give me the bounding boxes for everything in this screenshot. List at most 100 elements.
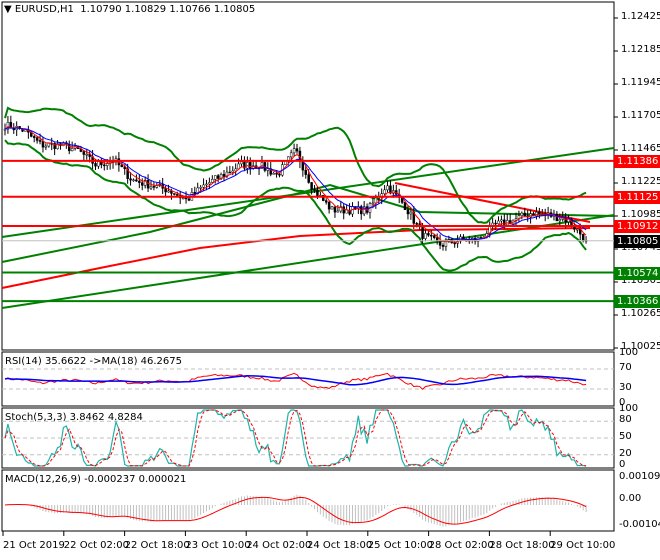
candle-body [38, 140, 42, 142]
candle-body [336, 210, 340, 213]
price-axis-label: 1.10265 [621, 308, 660, 319]
candle-body [240, 161, 243, 165]
stoch-axis-label: 0 [619, 459, 626, 470]
candle-body [176, 194, 179, 196]
candle-body [275, 173, 278, 175]
candle-body [164, 188, 167, 193]
candle-body [103, 164, 106, 167]
candle-body [313, 189, 316, 191]
time-axis-label: 28 Oct 18:00 [489, 540, 555, 551]
current-price-label: 1.10805 [614, 234, 660, 248]
collapse-arrow-icon[interactable]: ▼ [4, 4, 15, 15]
candle-body [453, 242, 456, 245]
time-axis-label: 24 Oct 02:00 [246, 540, 312, 551]
candle-body [374, 197, 378, 204]
time-axis-label: 29 Oct 10:00 [550, 540, 616, 551]
candle-body [132, 179, 135, 182]
ohlc-values: 1.10790 1.10829 1.10766 1.10805 [80, 4, 256, 15]
candle-body [173, 193, 176, 195]
chart-header: ▼ EURUSD,H1 1.10790 1.10829 1.10766 1.10… [4, 4, 255, 15]
candle-body [222, 174, 226, 177]
price-axis-label: 1.11705 [621, 110, 660, 121]
candle-body [140, 182, 144, 186]
level-price-label: 1.11386 [614, 154, 660, 168]
level-price-label: 1.10912 [614, 220, 660, 234]
candle-body [520, 212, 524, 216]
candle-body [228, 171, 232, 174]
rsi-label: RSI(14) 35.6622 ->MA(18) 46.2675 [5, 356, 182, 367]
time-axis-label: 21 Oct 2019 [3, 540, 65, 551]
candle-body [129, 178, 132, 181]
candle-body [292, 148, 296, 154]
candle-body [316, 189, 319, 197]
candle-body [149, 186, 153, 189]
candle-body [310, 182, 313, 190]
candle-body [342, 206, 345, 214]
candle-body [424, 233, 427, 239]
candle-body [211, 179, 214, 183]
macd-axis-label: 0.001093 [619, 471, 660, 482]
candle-body [494, 222, 497, 225]
candle-body [278, 173, 281, 176]
candle-body [345, 209, 348, 214]
time-axis-label: 23 Oct 10:00 [185, 540, 251, 551]
candle-body [82, 151, 86, 155]
candle-body [138, 180, 141, 183]
candle-body [35, 137, 39, 141]
candle-body [187, 198, 191, 201]
stoch-axis-label: 100 [619, 403, 639, 414]
price-axis-label: 1.12185 [621, 44, 660, 55]
candle-body [497, 220, 500, 225]
red-ma-line [1, 227, 591, 289]
candle-body [41, 141, 45, 148]
level-price-label: 1.11125 [614, 190, 660, 204]
candle-body [289, 152, 293, 158]
candle-body [330, 206, 334, 210]
time-axis-label: 28 Oct 02:00 [428, 540, 494, 551]
price-axis-label: 1.12425 [621, 11, 660, 22]
candle-body [409, 211, 413, 215]
candle-body [383, 189, 386, 194]
candle-body [500, 219, 503, 222]
price-axis-label: 1.11465 [621, 143, 660, 154]
candle-body [44, 145, 48, 148]
candle-body [266, 168, 270, 171]
candle-body [415, 223, 418, 225]
price-axis-label: 1.11225 [621, 176, 660, 187]
candle-body [514, 218, 518, 221]
candle-body [304, 169, 308, 175]
candle-body [205, 183, 208, 186]
stoch-axis-label: 50 [619, 431, 632, 442]
level-price-label: 1.10574 [614, 266, 660, 280]
price-axis-label: 1.10985 [621, 209, 660, 220]
candle-body [307, 174, 310, 183]
candle-body [231, 170, 235, 173]
candle-body [213, 175, 217, 180]
candle-body [202, 184, 205, 188]
level-price-label: 1.10366 [614, 295, 660, 309]
candle-body [438, 240, 442, 246]
candle-body [558, 219, 562, 222]
candle-body [386, 185, 389, 191]
chart-window: ▼ EURUSD,H1 1.10790 1.10829 1.10766 1.10… [0, 0, 660, 560]
candle-body [135, 179, 138, 182]
candle-body [441, 245, 445, 247]
symbol-label: EURUSD,H1 [14, 4, 74, 15]
candle-body [85, 153, 89, 156]
time-axis-label: 24 Oct 18:00 [307, 540, 373, 551]
candle-body [208, 182, 211, 185]
candle-body [70, 148, 74, 152]
candle-body [184, 197, 188, 200]
candle-body [295, 148, 299, 152]
candle-body [444, 241, 448, 247]
candle-body [327, 201, 331, 210]
candle-body [152, 186, 156, 188]
time-axis-label: 25 Oct 10:00 [367, 540, 433, 551]
candle-body [272, 173, 275, 175]
candle-body [47, 143, 51, 147]
candle-body [97, 161, 100, 167]
macd-label: MACD(12,26,9) -0.000237 0.000021 [5, 474, 187, 485]
candle-body [523, 212, 527, 217]
candle-body [333, 206, 337, 213]
candle-body [430, 234, 433, 237]
